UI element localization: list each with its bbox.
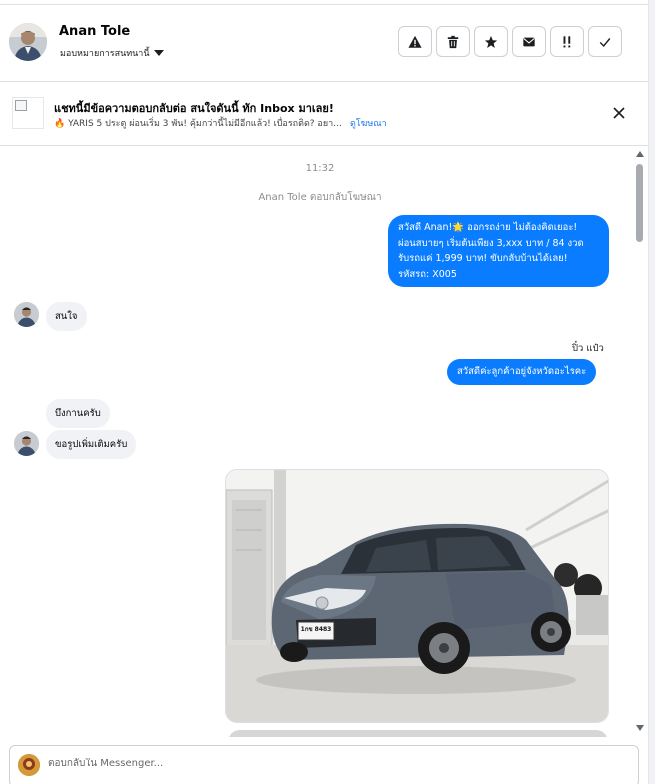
page-avatar [18, 754, 40, 776]
delete-button[interactable] [436, 26, 470, 57]
ad-thumbnail[interactable] [12, 97, 44, 129]
check-icon [599, 37, 611, 47]
license-plate: 1กข 8483 [301, 626, 332, 633]
contact-avatar-small[interactable] [14, 431, 39, 456]
incoming-message[interactable]: บึงกานครับ [46, 399, 110, 428]
banner-subtitle-row: 🔥 YARIS 5 ประตู ผ่อนเริ่ม 3 พัน! คุ้มกว่… [54, 116, 387, 130]
conversation-actions [398, 26, 622, 57]
caret-down-icon [153, 50, 164, 56]
close-icon[interactable] [612, 106, 626, 120]
done-button[interactable] [588, 26, 622, 57]
conversation-header: Anan Tole มอบหมายการสนทนานี้ [0, 6, 648, 82]
priority-icon [563, 35, 571, 47]
agent-name: ปิ๋ว แป๋ว [572, 343, 604, 354]
scrollbar-thumb[interactable] [636, 164, 643, 242]
car-photo-attachment[interactable]: 1กข 8483 [225, 469, 609, 723]
page-right-edge [648, 0, 655, 784]
scroll-up-arrow-icon[interactable] [636, 151, 644, 157]
assign-conversation-dropdown[interactable]: มอบหมายการสนทนานี้ [60, 46, 164, 60]
ad-reply-banner: แชทนี้มีข้อความตอบกลับต่อ สนใจดันนี้ ทัก… [0, 82, 648, 146]
incoming-message[interactable]: ขอรูปเพิ่มเติมครับ [46, 430, 137, 459]
star-button[interactable] [474, 26, 508, 57]
spam-button[interactable] [398, 26, 432, 57]
reply-composer [9, 745, 639, 784]
car-photo-attachment[interactable] [228, 730, 608, 737]
warning-icon [408, 35, 422, 48]
fire-icon: 🔥 [54, 119, 66, 129]
incoming-message[interactable]: สนใจ [46, 302, 87, 331]
thread-scrollbar[interactable] [633, 147, 647, 737]
view-ad-link[interactable]: ดูโฆษณา [350, 116, 387, 130]
assign-label: มอบหมายการสนทนานี้ [60, 49, 150, 59]
message-line: รหัสรถ: X005 [398, 268, 457, 280]
banner-title: แชทนี้มีข้อความตอบกลับต่อ สนใจดันนี้ ทัก… [54, 102, 334, 115]
message-line: สวัสดี Anan!🌟 ออกรถง่าย ไม่ต้องคิดเยอะ! [398, 222, 578, 233]
reply-input[interactable] [48, 758, 608, 769]
trash-icon [447, 35, 459, 48]
contact-avatar[interactable] [9, 23, 47, 61]
scroll-down-arrow-icon[interactable] [636, 725, 644, 731]
timestamp: 11:32 [305, 163, 335, 174]
follow-up-button[interactable] [550, 26, 584, 57]
star-icon [484, 35, 498, 48]
contact-avatar-small[interactable] [14, 302, 39, 327]
mark-unread-button[interactable] [512, 26, 546, 57]
envelope-icon [523, 37, 535, 46]
banner-subtitle: YARIS 5 ประตู ผ่อนเริ่ม 3 พัน! คุ้มกว่าน… [68, 119, 344, 129]
outgoing-message[interactable]: สวัสดีค่ะลูกค้าอยู่จังหวัดอะไรคะ [447, 359, 597, 385]
outgoing-message[interactable]: สวัสดี Anan!🌟 ออกรถง่าย ไม่ต้องคิดเยอะ! … [388, 215, 609, 287]
message-line: ผ่อนสบายๆ เริ่มต้นเพียง 3,xxx บาท / 84 ง… [398, 237, 584, 249]
contact-name: Anan Tole [59, 24, 131, 39]
message-thread: 11:32 Anan Tole ตอบกลับโฆษณา สวัสดี Anan… [0, 147, 648, 737]
ad-reply-notice: Anan Tole ตอบกลับโฆษณา [258, 192, 382, 203]
message-line: รับรถแค่ 1,999 บาท! ขับกลับบ้านได้เลย! [398, 253, 568, 264]
top-edge [0, 0, 648, 5]
